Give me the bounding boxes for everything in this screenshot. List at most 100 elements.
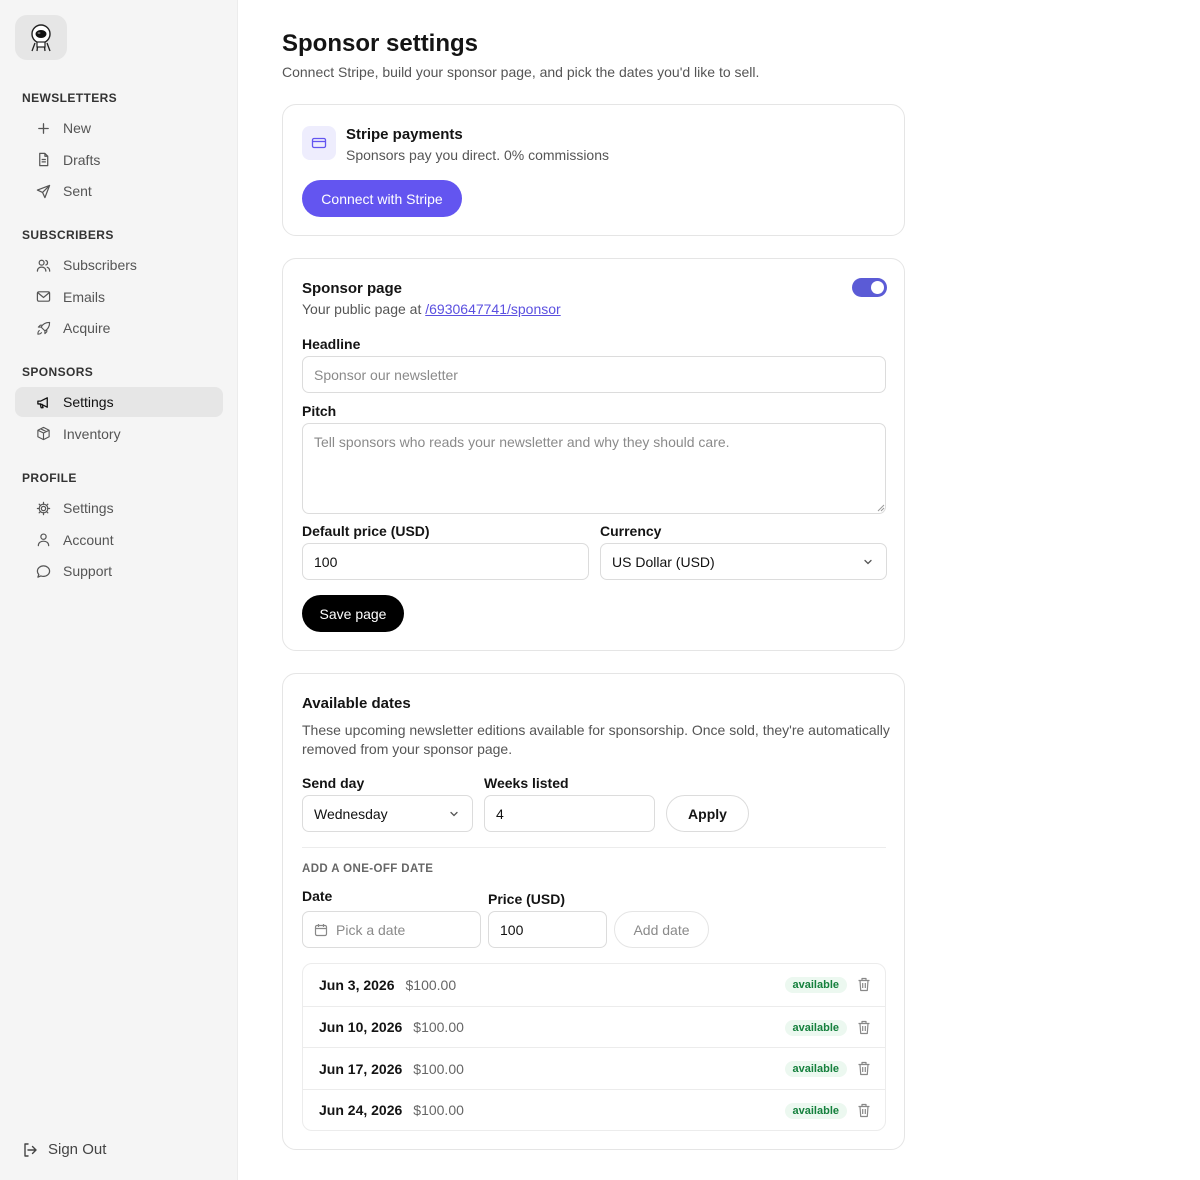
connect-stripe-button[interactable]: Connect with Stripe bbox=[302, 180, 462, 217]
price-value: $100.00 bbox=[413, 1060, 464, 1077]
headline-label: Headline bbox=[302, 336, 361, 352]
sidebar-item-acquire[interactable]: Acquire bbox=[15, 313, 223, 343]
apply-button[interactable]: Apply bbox=[666, 795, 749, 832]
date-row: Jun 3, 2026 $100.00 available bbox=[303, 964, 885, 1006]
sidebar-item-label: Drafts bbox=[63, 151, 101, 168]
dates-list: Jun 3, 2026 $100.00 available Jun 10, 20… bbox=[302, 963, 886, 1131]
sidebar-item-new[interactable]: New bbox=[15, 113, 223, 143]
sidebar-item-drafts[interactable]: Drafts bbox=[15, 145, 223, 175]
available-dates-description: These upcoming newsletter editions avail… bbox=[302, 722, 890, 757]
price-value: $100.00 bbox=[413, 1019, 464, 1036]
page-title: Sponsor settings bbox=[282, 30, 479, 57]
date-row: Jun 10, 2026 $100.00 available bbox=[303, 1005, 885, 1048]
price-usd-input[interactable]: 100 bbox=[488, 911, 607, 948]
sidebar-item-label: Subscribers bbox=[63, 257, 137, 273]
status-badge: available bbox=[784, 1103, 847, 1120]
available-dates-card: Available dates These upcoming newslette… bbox=[282, 673, 905, 1150]
credit-card-icon-box bbox=[302, 126, 336, 160]
status-badge: available bbox=[784, 1061, 847, 1078]
date-row: Jun 24, 2026 $100.00 available bbox=[303, 1089, 885, 1130]
sidebar-item-emails[interactable]: Emails bbox=[15, 282, 223, 312]
nav-heading: SUBSCRIBERS bbox=[22, 228, 114, 242]
stripe-card: Stripe payments Sponsors pay you direct.… bbox=[282, 104, 905, 236]
megaphone-icon bbox=[37, 396, 48, 408]
sponsor-page-title: Sponsor page bbox=[302, 280, 403, 297]
date-picker-input[interactable]: Pick a date bbox=[302, 911, 481, 948]
sidebar: NEWSLETTERS New Drafts Sent SUBSCRIBERS … bbox=[0, 0, 238, 1180]
sponsor-page-toggle[interactable] bbox=[852, 278, 887, 297]
send-day-select[interactable]: Wednesday bbox=[302, 795, 473, 832]
chevron-down-icon bbox=[864, 559, 872, 565]
pitch-label: Pitch bbox=[302, 403, 337, 419]
sign-out-label: Sign Out bbox=[48, 1141, 107, 1158]
trash-icon[interactable] bbox=[857, 977, 871, 992]
sidebar-item-support[interactable]: Support bbox=[15, 556, 223, 586]
sidebar-item-subscribers[interactable]: Subscribers bbox=[15, 250, 223, 280]
date-value: Jun 10, 2026 bbox=[319, 1019, 403, 1036]
sponsor-page-subtitle: Your public page at /6930647741/sponsor bbox=[302, 301, 561, 317]
nav-heading: PROFILE bbox=[22, 471, 77, 485]
weeks-listed-label: Weeks listed bbox=[484, 775, 569, 791]
sign-out-button[interactable]: Sign Out bbox=[22, 1141, 106, 1158]
price-usd-label: Price (USD) bbox=[488, 891, 566, 907]
stripe-subtitle: Sponsors pay you direct. 0% commissions bbox=[346, 147, 609, 163]
trash-icon[interactable] bbox=[857, 1103, 871, 1118]
headline-input[interactable]: Sponsor our newsletter bbox=[302, 356, 886, 393]
toggle-knob bbox=[871, 281, 884, 294]
trash-icon[interactable] bbox=[857, 1020, 871, 1035]
rocket-icon bbox=[37, 321, 51, 335]
currency-value: US Dollar (USD) bbox=[612, 553, 715, 570]
date-label: Date bbox=[302, 888, 333, 904]
nav-section-subscribers: SUBSCRIBERS Subscribers Emails Acquire bbox=[15, 226, 223, 343]
pitch-textarea[interactable]: Tell sponsors who reads your newsletter … bbox=[302, 423, 886, 514]
plus-icon bbox=[38, 122, 49, 134]
sidebar-item-label: Sent bbox=[63, 183, 92, 200]
chevron-down-icon bbox=[450, 811, 458, 817]
sidebar-item-profile-settings[interactable]: Settings bbox=[15, 493, 223, 523]
trash-icon[interactable] bbox=[857, 1061, 871, 1076]
date-value: Jun 3, 2026 bbox=[319, 976, 395, 993]
page-subtitle: Connect Stripe, build your sponsor page,… bbox=[282, 64, 760, 80]
send-day-label: Send day bbox=[302, 775, 365, 791]
sidebar-item-label: Settings bbox=[63, 500, 114, 516]
sidebar-item-inventory[interactable]: Inventory bbox=[15, 419, 223, 449]
nav-heading: SPONSORS bbox=[22, 365, 94, 379]
status-badge: available bbox=[784, 1019, 847, 1036]
nav-section-profile: PROFILE Settings Account Support bbox=[15, 469, 223, 586]
one-off-heading: ADD A ONE-OFF DATE bbox=[302, 863, 434, 875]
price-value: $100.00 bbox=[405, 976, 457, 993]
save-page-button[interactable]: Save page bbox=[302, 595, 404, 632]
sidebar-item-label: Account bbox=[63, 531, 114, 548]
sidebar-item-sent[interactable]: Sent bbox=[15, 176, 223, 206]
public-page-link[interactable]: /6930647741/sponsor bbox=[425, 301, 560, 317]
file-text-icon bbox=[39, 152, 49, 167]
sidebar-item-account[interactable]: Account bbox=[15, 525, 223, 555]
chat-bubble-icon bbox=[36, 564, 51, 578]
send-icon bbox=[36, 184, 51, 198]
send-day-value: Wednesday bbox=[314, 805, 388, 822]
sidebar-item-label: Settings bbox=[63, 394, 114, 410]
package-icon bbox=[37, 426, 50, 441]
currency-select[interactable]: US Dollar (USD) bbox=[600, 543, 887, 580]
sidebar-item-label: Inventory bbox=[63, 425, 121, 442]
astronaut-logo[interactable] bbox=[15, 15, 67, 60]
add-date-button[interactable]: Add date bbox=[614, 911, 709, 948]
mail-icon bbox=[36, 291, 51, 302]
nav-section-sponsors: SPONSORS Settings Inventory bbox=[15, 363, 223, 449]
nav-section-newsletters: NEWSLETTERS New Drafts Sent bbox=[15, 89, 223, 206]
default-price-label: Default price (USD) bbox=[302, 523, 430, 539]
nav-heading: NEWSLETTERS bbox=[22, 91, 118, 105]
sidebar-item-sponsor-settings[interactable]: Settings bbox=[15, 387, 223, 417]
calendar-icon bbox=[314, 923, 328, 936]
weeks-listed-input[interactable]: 4 bbox=[484, 795, 655, 832]
date-value: Jun 17, 2026 bbox=[319, 1060, 403, 1077]
resize-handle-icon[interactable] bbox=[877, 504, 885, 512]
date-placeholder: Pick a date bbox=[336, 921, 406, 938]
date-row: Jun 17, 2026 $100.00 available bbox=[303, 1047, 885, 1089]
stripe-title: Stripe payments bbox=[346, 126, 463, 143]
default-price-input[interactable]: 100 bbox=[302, 543, 589, 580]
currency-label: Currency bbox=[600, 523, 662, 539]
available-dates-title: Available dates bbox=[302, 695, 411, 712]
sponsor-page-card: Sponsor page Your public page at /693064… bbox=[282, 258, 905, 651]
date-value: Jun 24, 2026 bbox=[319, 1102, 403, 1119]
